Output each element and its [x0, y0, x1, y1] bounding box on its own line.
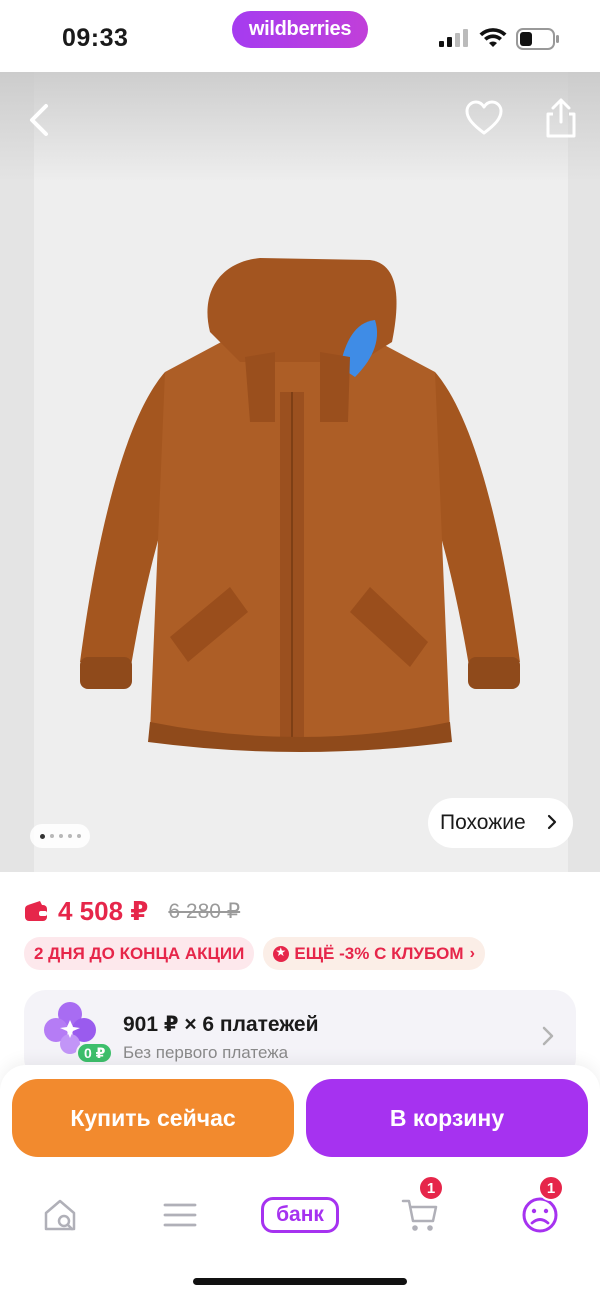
wallet-icon	[25, 901, 47, 921]
home-indicator	[193, 1278, 407, 1285]
product-gallery[interactable]: Похожие	[0, 72, 600, 872]
back-arrow-icon[interactable]	[22, 100, 58, 140]
current-price: 4 508 ₽	[58, 895, 149, 926]
page-dot	[49, 834, 54, 838]
home-search-icon	[44, 1199, 76, 1231]
gallery-page-indicator	[30, 824, 90, 848]
tab-bar: банк 1 1	[0, 1175, 600, 1245]
club-discount-label: ЕЩЁ -3% С КЛУБОМ	[294, 943, 464, 963]
wifi-icon	[479, 28, 507, 47]
club-star-icon	[273, 945, 290, 962]
installment-subtitle: Без первого платежа	[123, 1043, 289, 1062]
page-dot	[67, 834, 72, 838]
page-dot-active	[39, 833, 45, 839]
battery-icon	[516, 28, 559, 50]
status-bar: 09:33 wildberries	[0, 0, 600, 72]
similar-items-label: Похожие	[440, 811, 526, 834]
tab-bank[interactable]: банк	[260, 1185, 340, 1245]
chevron-right-icon	[542, 1026, 554, 1046]
wildberries-logo: wildberries	[232, 11, 368, 48]
zero-first-payment-badge: 0 ₽	[76, 1042, 114, 1064]
cart-count-badge: 1	[418, 1175, 444, 1201]
old-price: 6 280 ₽	[168, 899, 241, 923]
heart-icon[interactable]	[464, 99, 504, 139]
promo-badges: 2 ДНЯ ДО КОНЦА АКЦИИ ЕЩЁ -3% С КЛУБОМ ›	[24, 937, 485, 970]
product-photo[interactable]	[70, 252, 530, 752]
bank-label: банк	[261, 1197, 339, 1233]
status-time: 09:33	[62, 24, 129, 52]
share-icon[interactable]	[541, 96, 581, 140]
cellular-signal-icon	[439, 29, 468, 47]
tab-profile[interactable]: 1	[510, 1175, 570, 1245]
bottom-action-panel: Купить сейчас В корзину банк 1 1	[0, 1065, 600, 1297]
gallery-top-shade	[0, 72, 600, 182]
chevron-right-icon	[547, 814, 557, 830]
tab-home[interactable]	[30, 1185, 90, 1245]
page-dot	[58, 834, 63, 838]
menu-icon	[163, 1203, 197, 1227]
cart-icon	[401, 1199, 438, 1231]
profile-face-icon	[522, 1197, 558, 1233]
profile-notification-badge: 1	[538, 1175, 564, 1201]
page-dot	[76, 834, 81, 838]
tab-cart[interactable]: 1	[390, 1175, 450, 1245]
installment-title: 901 ₽ × 6 платежей	[123, 1013, 319, 1036]
sale-countdown-badge: 2 ДНЯ ДО КОНЦА АКЦИИ	[24, 937, 255, 970]
buy-now-button[interactable]: Купить сейчас	[12, 1079, 294, 1157]
price-row: 4 508 ₽ 6 280 ₽	[24, 893, 240, 929]
chevron-right-icon: ›	[469, 944, 475, 962]
similar-items-button[interactable]: Похожие	[428, 798, 573, 848]
add-to-cart-button[interactable]: В корзину	[306, 1079, 588, 1157]
tab-catalog[interactable]	[150, 1185, 210, 1245]
club-discount-badge[interactable]: ЕЩЁ -3% С КЛУБОМ ›	[263, 937, 485, 970]
